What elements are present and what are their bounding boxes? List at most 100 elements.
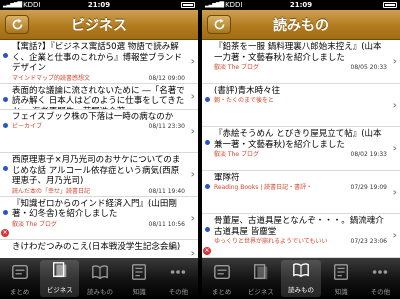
unread-dot-icon bbox=[3, 96, 8, 102]
list-item[interactable]: 軍隊符 Reading Books | 読書日記・書評・ 07/29 19:09 › bbox=[202, 171, 400, 214]
phone-reading: ▂▃▅▆▇ KDDI 21:09 読みもの 『鉛茶を一服 鍋料理裏八郎始末控え』(山本一… bbox=[202, 0, 400, 299]
list-item[interactable]: 『知識ゼロからのインド経済入門』(山田剛著・幻冬舎)を紹介しました 叡淡 The … bbox=[0, 197, 198, 240]
screens: ▂▃▅▆▇ KDDI 21:09 ビジネス 【寓話?】『ビジネス寓話50選 物語で読み解… bbox=[0, 0, 400, 299]
business-icon bbox=[51, 261, 69, 284]
tab-knowledge[interactable]: 知識 bbox=[120, 258, 159, 299]
article-title: 『赤絵そうめん とびきり屋見立て帖』(山本兼一著・文藝春秋)を紹介しました bbox=[214, 129, 382, 150]
list-item[interactable]: 【寓話?】『ビジネス寓話50選 物語で読み解く、企業と仕事のこれから』博報堂ブラ… bbox=[0, 40, 198, 84]
unread-dot-icon bbox=[205, 140, 210, 145]
tab-book[interactable]: 読みもの bbox=[281, 260, 321, 297]
article-title: 軍隊符 bbox=[214, 172, 240, 183]
article-date: 08/02 19:33 bbox=[350, 151, 388, 158]
tab-label: ビジネス bbox=[247, 288, 274, 296]
article-source: Reading Books | 読書日記・書評・ bbox=[214, 184, 313, 191]
chevron-right-icon: › bbox=[392, 185, 397, 199]
article-meta: 叡淡 The ブログ 08/05 20:33 bbox=[214, 64, 387, 72]
tab-label: その他 bbox=[168, 288, 189, 296]
status-bar: ▂▃▅▆▇ KDDI 21:09 bbox=[0, 0, 198, 10]
chevron-right-icon: › bbox=[392, 141, 397, 155]
tab-knowledge[interactable]: 知識 bbox=[322, 258, 361, 299]
summary-icon bbox=[11, 263, 29, 286]
list-item[interactable]: 骨董屋、古道具屋となんぞ・・・。鍋流魂介 古道具屋 皆塵堂 ゆっくりと世界が崩れる… bbox=[202, 214, 400, 258]
tab-label: 読みもの bbox=[288, 286, 314, 294]
more-icon bbox=[371, 263, 389, 286]
tab-label: 読みもの bbox=[87, 288, 113, 296]
book-icon bbox=[91, 263, 109, 286]
business-icon bbox=[252, 263, 270, 286]
tab-bar: まとめ ビジネス 読みもの 知識 その他 bbox=[0, 258, 198, 299]
article-date: 08/11 10:56 bbox=[148, 220, 186, 228]
unread-dot-icon bbox=[205, 183, 210, 189]
unread-dot-icon bbox=[3, 53, 8, 58]
list-item[interactable]: (書評)青木時々往 朝・たくのまで後をと › bbox=[202, 84, 400, 127]
chevron-right-icon: › bbox=[392, 228, 397, 242]
article-date: 08/05 20:33 bbox=[350, 64, 388, 71]
article-meta: 叡淡 The ブログ 08/02 19:33 bbox=[214, 151, 387, 159]
article-source: 叡淡 The ブログ bbox=[12, 220, 57, 228]
tab-more[interactable]: その他 bbox=[159, 258, 198, 299]
article-source: 叡淡 The ブログ bbox=[214, 64, 259, 71]
list-item[interactable]: 表面的な議論に流されないために ―「名著で読み解く 日本人はどのように仕事をして… bbox=[0, 84, 198, 110]
chevron-right-icon: › bbox=[190, 167, 195, 181]
knowledge-icon bbox=[332, 263, 350, 286]
article-title: 骨董屋、古道具屋となんぞ・・・。鍋流魂介 古道具屋 皆塵堂 bbox=[214, 216, 384, 237]
refresh-icon bbox=[214, 18, 224, 30]
article-meta: ピーカイブ 08/11 23:30 bbox=[12, 123, 185, 131]
tab-business[interactable]: ビジネス bbox=[241, 258, 280, 299]
unread-dot-icon bbox=[3, 209, 8, 215]
tab-label: まとめ bbox=[9, 288, 30, 296]
tab-bar: まとめ ビジネス 読みもの 知識 その他 bbox=[202, 258, 400, 299]
list-item[interactable]: 『鉛茶を一服 鍋料理裏八郎始末控え』(山本一力著・文藝春秋)を紹介しました 叡淡 … bbox=[202, 40, 400, 84]
article-source: ピーカイブ bbox=[12, 123, 43, 130]
article-source: 読んだ本の「幸せ」読書日記 bbox=[12, 187, 91, 195]
list-item[interactable]: フェイスブック株の下落は一時の病なのか ピーカイブ 08/11 23:30 › bbox=[0, 110, 198, 153]
unread-dot-icon bbox=[205, 96, 210, 102]
page-title: ビジネス bbox=[71, 17, 127, 34]
article-date: 08/11 19:40 bbox=[148, 187, 186, 195]
article-list: 『鉛茶を一服 鍋料理裏八郎始末控え』(山本一力著・文藝春秋)を紹介しました 叡淡 … bbox=[202, 40, 400, 258]
tab-book[interactable]: 読みもの bbox=[80, 258, 119, 299]
article-date: 07/23 23:06 bbox=[350, 238, 388, 245]
article-date: 07/29 19:09 bbox=[350, 184, 388, 191]
list-item[interactable]: 『赤絵そうめん とびきり屋見立て帖』(山本兼一著・文藝春秋)を紹介しました 叡淡 … bbox=[202, 127, 400, 171]
status-time: 21:09 bbox=[87, 1, 111, 9]
article-title: 『鉛茶を一服 鍋料理裏八郎始末控え』(山本一力著・文藝春秋)を紹介しました bbox=[214, 42, 382, 63]
tab-more[interactable]: その他 bbox=[361, 258, 400, 299]
chevron-right-icon: › bbox=[190, 124, 195, 138]
battery-icon bbox=[383, 2, 397, 8]
article-title: きけわだつみのこえ(日本戦没学生記念会編) bbox=[12, 242, 181, 252]
article-source: 叡淡 The ブログ bbox=[214, 151, 259, 158]
page-title: 読みもの bbox=[273, 17, 329, 34]
book-icon bbox=[292, 261, 310, 284]
status-time: 21:09 bbox=[289, 1, 313, 9]
list-item[interactable]: 西原理恵子×月乃光司のおサケについてのまじめな話 アルコール依存症という病気(西… bbox=[0, 153, 198, 197]
tab-summary[interactable]: まとめ bbox=[0, 258, 39, 299]
article-meta: 読んだ本の「幸せ」読書日記 08/11 19:40 bbox=[12, 188, 185, 196]
article-list: 【寓話?】『ビジネス寓話50選 物語で読み解く、企業と仕事のこれから』博報堂ブラ… bbox=[0, 40, 198, 258]
summary-icon bbox=[213, 263, 231, 286]
article-title: 西原理恵子×月乃光司のおサケについてのまじめな話 アルコール依存症という病気(西… bbox=[12, 155, 181, 186]
refresh-icon bbox=[12, 18, 22, 30]
tab-summary[interactable]: まとめ bbox=[202, 258, 241, 299]
chevron-right-icon: › bbox=[190, 211, 195, 225]
unread-dot-icon bbox=[3, 166, 8, 171]
article-source: ゆっくりと世界が崩れるようでいてもいい bbox=[214, 238, 328, 245]
unread-dot-icon bbox=[205, 227, 210, 232]
navigation-bar: 読みもの bbox=[202, 10, 400, 40]
status-bar: ▂▃▅▆▇ KDDI 21:09 bbox=[202, 0, 400, 10]
article-title: 【寓話?】『ビジネス寓話50選 物語で読み解く、企業と仕事のこれから』博報堂ブラ… bbox=[12, 42, 183, 73]
list-item[interactable]: きけわだつみのこえ(日本戦没学生記念会編) › bbox=[0, 240, 198, 258]
chevron-right-icon: › bbox=[392, 98, 397, 112]
article-meta: ゆっくりと世界が崩れるようでいてもいい 07/23 23:06 bbox=[214, 238, 387, 246]
refresh-button[interactable] bbox=[207, 15, 231, 34]
article-title: (書評)青木時々往 bbox=[214, 85, 281, 96]
article-meta: Reading Books | 読書日記・書評・ 07/29 19:09 bbox=[214, 184, 387, 192]
article-source: 朝・たくのまで後をと bbox=[214, 97, 275, 104]
refresh-button[interactable] bbox=[5, 15, 29, 34]
tab-label: 知識 bbox=[334, 288, 348, 296]
tab-label: 知識 bbox=[132, 288, 146, 296]
tab-business[interactable]: ビジネス bbox=[40, 260, 80, 297]
phone-business: ▂▃▅▆▇ KDDI 21:09 ビジネス 【寓話?】『ビジネス寓話50選 物語で読み解… bbox=[0, 0, 198, 299]
knowledge-icon bbox=[130, 263, 148, 286]
chevron-right-icon: › bbox=[190, 89, 195, 103]
